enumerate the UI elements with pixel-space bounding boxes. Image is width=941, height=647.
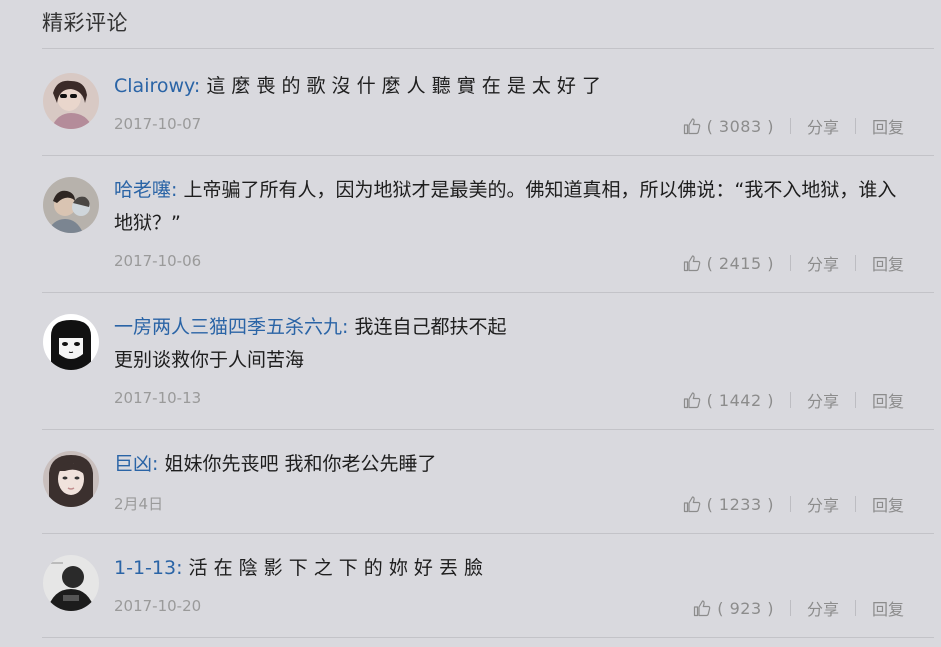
- comment-text: 姐妹你先丧吧 我和你老公先睡了: [164, 453, 437, 475]
- reply-button[interactable]: 回复: [872, 114, 904, 138]
- comment-actions: ( 2415 ) 分享 回复: [683, 251, 904, 275]
- divider: [42, 637, 934, 638]
- comment-date: 2017-10-07: [114, 115, 202, 133]
- comment-nickname[interactable]: 巨凶: [114, 453, 152, 475]
- separator: [854, 392, 856, 408]
- thumbs-up-icon: [694, 600, 711, 617]
- thumbs-up-icon: [683, 496, 700, 513]
- like-button[interactable]: ( 1442 ): [683, 391, 774, 410]
- like-count: ( 2415 ): [706, 253, 774, 273]
- share-button[interactable]: 分享: [807, 251, 839, 275]
- reply-button[interactable]: 回复: [872, 492, 904, 516]
- like-count: ( 1442 ): [706, 390, 774, 410]
- avatar-image: [43, 73, 99, 129]
- comment-text: 我连自己都扶不起: [354, 316, 507, 338]
- share-button[interactable]: 分享: [807, 596, 839, 620]
- comment-content: 哈老噻: 上帝骗了所有人，因为地狱才是最美的。佛知道真相，所以佛说：“我不入地狱…: [114, 179, 897, 234]
- comment-content: 1-1-13: 活 在 陰 影 下 之 下 的 妳 好 丟 臉: [114, 557, 483, 579]
- reply-button[interactable]: 回复: [872, 596, 904, 620]
- separator: [789, 255, 791, 271]
- reply-button[interactable]: 回复: [872, 251, 904, 275]
- share-button[interactable]: 分享: [807, 388, 839, 412]
- comment-text: 上帝骗了所有人，因为地狱才是最美的。佛知道真相，所以佛说：“我不入地狱，谁入地狱…: [114, 179, 897, 234]
- like-count: ( 1233 ): [706, 494, 774, 514]
- reply-button[interactable]: 回复: [872, 388, 904, 412]
- divider: [42, 533, 934, 534]
- like-button[interactable]: ( 1233 ): [683, 495, 774, 514]
- separator: [854, 600, 856, 616]
- like-count: ( 923 ): [717, 598, 774, 618]
- avatar[interactable]: [43, 177, 99, 233]
- avatar-image: [43, 451, 99, 507]
- section-title: 精彩评论: [42, 11, 128, 35]
- comment-content: 巨凶: 姐妹你先丧吧 我和你老公先睡了: [114, 453, 437, 475]
- comment-content: 一房两人三猫四季五杀六九: 我连自己都扶不起 更别谈救你于人间苦海: [114, 316, 507, 371]
- comment-actions: ( 1233 ) 分享 回复: [683, 492, 904, 516]
- like-button[interactable]: ( 2415 ): [683, 254, 774, 273]
- comment-date: 2月4日: [114, 495, 164, 513]
- like-button[interactable]: ( 3083 ): [683, 117, 774, 136]
- divider: [42, 429, 934, 430]
- comment-date: 2017-10-06: [114, 252, 202, 270]
- thumbs-up-icon: [683, 118, 700, 135]
- comment-text: 這 麼 喪 的 歌 沒 什 麼 人 聽 實 在 是 太 好 了: [206, 75, 601, 97]
- separator: [854, 118, 856, 134]
- comment-text-line-2: 更别谈救你于人间苦海: [114, 349, 305, 371]
- like-button[interactable]: ( 923 ): [693, 599, 774, 618]
- thumbs-up-icon: [683, 392, 700, 409]
- avatar[interactable]: [43, 314, 99, 370]
- separator: [789, 600, 791, 616]
- comment-actions: ( 1442 ) 分享 回复: [683, 388, 904, 412]
- comment-text: 活 在 陰 影 下 之 下 的 妳 好 丟 臉: [188, 557, 483, 579]
- avatar-image: [43, 314, 99, 370]
- avatar-image: [43, 177, 99, 233]
- divider: [42, 292, 934, 293]
- comment-nickname[interactable]: Clairowy: [114, 75, 194, 97]
- thumbs-up-icon: [683, 255, 700, 272]
- share-button[interactable]: 分享: [807, 492, 839, 516]
- comment-nickname[interactable]: 哈老噻: [114, 179, 171, 201]
- separator: [789, 496, 791, 512]
- divider: [42, 48, 934, 49]
- avatar[interactable]: [43, 451, 99, 507]
- separator: [854, 255, 856, 271]
- avatar[interactable]: [43, 73, 99, 129]
- separator: [854, 496, 856, 512]
- comment-content: Clairowy: 這 麼 喪 的 歌 沒 什 麼 人 聽 實 在 是 太 好 …: [114, 75, 601, 97]
- comment-nickname[interactable]: 一房两人三猫四季五杀六九: [114, 316, 342, 338]
- avatar-image: [43, 555, 99, 611]
- comment-date: 2017-10-20: [114, 597, 202, 615]
- divider: [42, 155, 934, 156]
- comment-date: 2017-10-13: [114, 389, 202, 407]
- like-count: ( 3083 ): [706, 116, 774, 136]
- comment-nickname[interactable]: 1-1-13: [114, 557, 176, 579]
- avatar[interactable]: [43, 555, 99, 611]
- separator: [789, 118, 791, 134]
- separator: [789, 392, 791, 408]
- share-button[interactable]: 分享: [807, 114, 839, 138]
- comment-actions: ( 923 ) 分享 回复: [693, 596, 904, 620]
- comment-actions: ( 3083 ) 分享 回复: [683, 114, 904, 138]
